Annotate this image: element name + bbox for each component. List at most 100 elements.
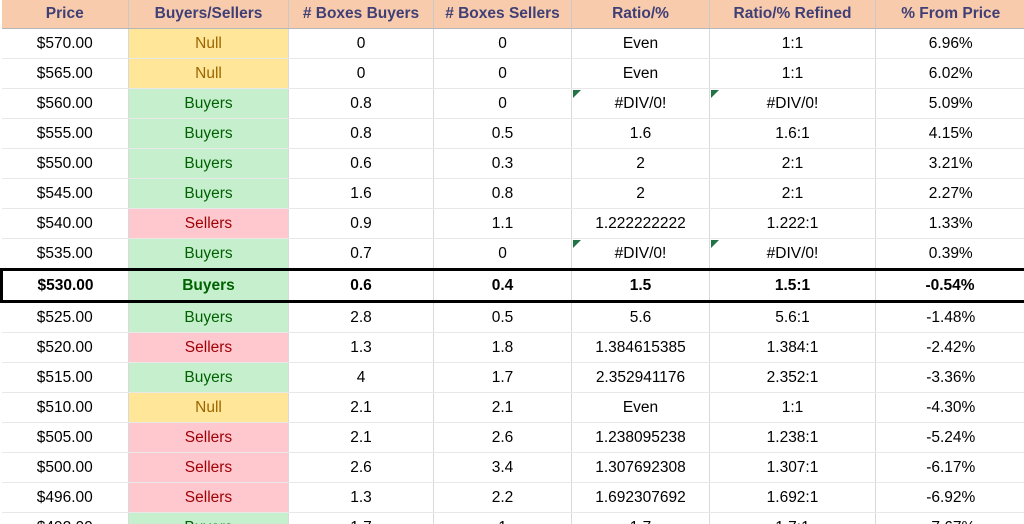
cell-buyers-sellers[interactable]: Buyers bbox=[128, 238, 289, 270]
cell-ratio-refined[interactable]: 2.352:1 bbox=[709, 362, 876, 393]
cell-ratio[interactable]: 1.307692308 bbox=[571, 452, 710, 483]
cell-pct-from-price[interactable]: 0.39% bbox=[875, 238, 1024, 270]
spreadsheet-grid[interactable]: Price Buyers/Sellers # Boxes Buyers # Bo… bbox=[0, 0, 1024, 524]
cell-price[interactable]: $560.00 bbox=[1, 88, 129, 119]
cell-pct-from-price[interactable]: 5.09% bbox=[875, 88, 1024, 119]
cell-buyers-sellers[interactable]: Buyers bbox=[128, 268, 289, 303]
table-row[interactable]: $515.00 Buyers 4 1.7 2.352941176 2.352:1 -3.36… bbox=[1, 362, 1024, 393]
cell-ratio[interactable]: 2 bbox=[571, 148, 710, 179]
column-header-boxes-sellers[interactable]: # Boxes Sellers bbox=[433, 0, 572, 29]
cell-price[interactable]: $496.00 bbox=[1, 482, 129, 513]
cell-boxes-sellers[interactable]: 2.6 bbox=[433, 422, 572, 453]
column-header-buyers-sellers[interactable]: Buyers/Sellers bbox=[128, 0, 289, 29]
cell-ratio[interactable]: 5.6 bbox=[571, 301, 710, 333]
cell-pct-from-price[interactable]: -6.17% bbox=[875, 452, 1024, 483]
table-row[interactable]: $500.00 Sellers 2.6 3.4 1.307692308 1.307:1 -6… bbox=[1, 452, 1024, 483]
cell-ratio[interactable]: Even bbox=[571, 58, 710, 89]
cell-boxes-sellers[interactable]: 0 bbox=[433, 88, 572, 119]
cell-pct-from-price[interactable]: -7.67% bbox=[875, 512, 1024, 524]
cell-boxes-buyers[interactable]: 0.6 bbox=[288, 268, 434, 303]
cell-ratio[interactable]: 1.692307692 bbox=[571, 482, 710, 513]
cell-ratio-refined[interactable]: 1.222:1 bbox=[709, 208, 876, 239]
cell-price[interactable]: $570.00 bbox=[1, 28, 129, 59]
cell-buyers-sellers[interactable]: Buyers bbox=[128, 148, 289, 179]
column-header-ratio[interactable]: Ratio/% bbox=[571, 0, 710, 29]
cell-ratio[interactable]: 1.5 bbox=[571, 268, 710, 303]
cell-buyers-sellers[interactable]: Sellers bbox=[128, 482, 289, 513]
cell-boxes-sellers[interactable]: 0.5 bbox=[433, 301, 572, 333]
table-row[interactable]: $535.00 Buyers 0.7 0 #DIV/0! #DIV/0! 0.39% bbox=[1, 238, 1024, 270]
cell-price[interactable]: $530.00 bbox=[0, 268, 129, 303]
cell-boxes-sellers[interactable]: 1 bbox=[433, 512, 572, 524]
table-row[interactable]: $570.00 Null 0 0 Even 1:1 6.96% bbox=[1, 28, 1024, 59]
cell-price[interactable]: $492.00 bbox=[1, 512, 129, 524]
cell-pct-from-price[interactable]: 6.02% bbox=[875, 58, 1024, 89]
table-row[interactable]: $525.00 Buyers 2.8 0.5 5.6 5.6:1 -1.48% bbox=[1, 301, 1024, 333]
cell-ratio-refined[interactable]: 1:1 bbox=[709, 28, 876, 59]
table-row[interactable]: $540.00 Sellers 0.9 1.1 1.222222222 1.222:1 1.… bbox=[1, 208, 1024, 239]
cell-boxes-buyers[interactable]: 1.6 bbox=[288, 178, 434, 209]
cell-boxes-sellers[interactable]: 0.8 bbox=[433, 178, 572, 209]
cell-boxes-sellers[interactable]: 0 bbox=[433, 238, 572, 270]
cell-boxes-buyers[interactable]: 2.6 bbox=[288, 452, 434, 483]
cell-buyers-sellers[interactable]: Buyers bbox=[128, 118, 289, 149]
table-row[interactable]: $565.00 Null 0 0 Even 1:1 6.02% bbox=[1, 58, 1024, 89]
cell-ratio[interactable]: 1.222222222 bbox=[571, 208, 710, 239]
cell-price[interactable]: $550.00 bbox=[1, 148, 129, 179]
cell-ratio[interactable]: 2.352941176 bbox=[571, 362, 710, 393]
cell-ratio-refined[interactable]: 1.384:1 bbox=[709, 332, 876, 363]
cell-boxes-sellers[interactable]: 2.2 bbox=[433, 482, 572, 513]
cell-price[interactable]: $520.00 bbox=[1, 332, 129, 363]
cell-price[interactable]: $515.00 bbox=[1, 362, 129, 393]
table-row[interactable]: $496.00 Sellers 1.3 2.2 1.692307692 1.692:1 -6… bbox=[1, 482, 1024, 513]
cell-boxes-sellers[interactable]: 1.8 bbox=[433, 332, 572, 363]
column-header-pct-from-price[interactable]: % From Price bbox=[875, 0, 1024, 29]
cell-pct-from-price[interactable]: -1.48% bbox=[875, 301, 1024, 333]
cell-price[interactable]: $565.00 bbox=[1, 58, 129, 89]
cell-boxes-buyers[interactable]: 0.7 bbox=[288, 238, 434, 270]
cell-ratio[interactable]: Even bbox=[571, 28, 710, 59]
cell-buyers-sellers[interactable]: Null bbox=[128, 28, 289, 59]
cell-ratio[interactable]: 1.384615385 bbox=[571, 332, 710, 363]
cell-boxes-sellers[interactable]: 0.4 bbox=[433, 268, 572, 303]
table-row[interactable]: $492.00Buyers1.711.71.7:1-7.67% bbox=[1, 512, 1024, 524]
cell-boxes-buyers[interactable]: 2.1 bbox=[288, 422, 434, 453]
cell-ratio-refined[interactable]: #DIV/0! bbox=[709, 238, 876, 270]
cell-ratio[interactable]: #DIV/0! bbox=[571, 238, 710, 270]
cell-boxes-buyers[interactable]: 4 bbox=[288, 362, 434, 393]
cell-ratio-refined[interactable]: 1:1 bbox=[709, 392, 876, 423]
cell-boxes-buyers[interactable]: 0.8 bbox=[288, 88, 434, 119]
cell-ratio-refined[interactable]: 1:1 bbox=[709, 58, 876, 89]
cell-boxes-buyers[interactable]: 2.8 bbox=[288, 301, 434, 333]
cell-buyers-sellers[interactable]: Sellers bbox=[128, 452, 289, 483]
table-row[interactable]: $505.00 Sellers 2.1 2.6 1.238095238 1.238:1 -5… bbox=[1, 422, 1024, 453]
cell-buyers-sellers[interactable]: Sellers bbox=[128, 208, 289, 239]
cell-pct-from-price[interactable]: -3.36% bbox=[875, 362, 1024, 393]
cell-pct-from-price[interactable]: -4.30% bbox=[875, 392, 1024, 423]
cell-pct-from-price[interactable]: -5.24% bbox=[875, 422, 1024, 453]
cell-boxes-buyers[interactable]: 0.8 bbox=[288, 118, 434, 149]
cell-pct-from-price[interactable]: -0.54% bbox=[875, 268, 1024, 303]
cell-price[interactable]: $555.00 bbox=[1, 118, 129, 149]
cell-ratio-refined[interactable]: 1.5:1 bbox=[709, 268, 876, 303]
column-header-boxes-buyers[interactable]: # Boxes Buyers bbox=[288, 0, 434, 29]
cell-boxes-buyers[interactable]: 2.1 bbox=[288, 392, 434, 423]
cell-boxes-sellers[interactable]: 0.5 bbox=[433, 118, 572, 149]
cell-ratio-refined[interactable]: 1.692:1 bbox=[709, 482, 876, 513]
cell-buyers-sellers[interactable]: Buyers bbox=[128, 512, 289, 524]
cell-ratio-refined[interactable]: 1.307:1 bbox=[709, 452, 876, 483]
table-row[interactable]: $545.00 Buyers 1.6 0.8 2 2:1 2.27% bbox=[1, 178, 1024, 209]
cell-price[interactable]: $540.00 bbox=[1, 208, 129, 239]
cell-pct-from-price[interactable]: 4.15% bbox=[875, 118, 1024, 149]
cell-buyers-sellers[interactable]: Null bbox=[128, 392, 289, 423]
data-table[interactable]: Price Buyers/Sellers # Boxes Buyers # Bo… bbox=[0, 0, 1024, 524]
cell-boxes-buyers[interactable]: 0 bbox=[288, 58, 434, 89]
cell-boxes-sellers[interactable]: 0.3 bbox=[433, 148, 572, 179]
cell-ratio-refined[interactable]: 2:1 bbox=[709, 178, 876, 209]
cell-price[interactable]: $500.00 bbox=[1, 452, 129, 483]
cell-pct-from-price[interactable]: 2.27% bbox=[875, 178, 1024, 209]
cell-ratio[interactable]: #DIV/0! bbox=[571, 88, 710, 119]
cell-boxes-sellers[interactable]: 3.4 bbox=[433, 452, 572, 483]
cell-buyers-sellers[interactable]: Buyers bbox=[128, 88, 289, 119]
table-row[interactable]: $560.00 Buyers 0.8 0 #DIV/0! #DIV/0! 5.09% bbox=[1, 88, 1024, 119]
